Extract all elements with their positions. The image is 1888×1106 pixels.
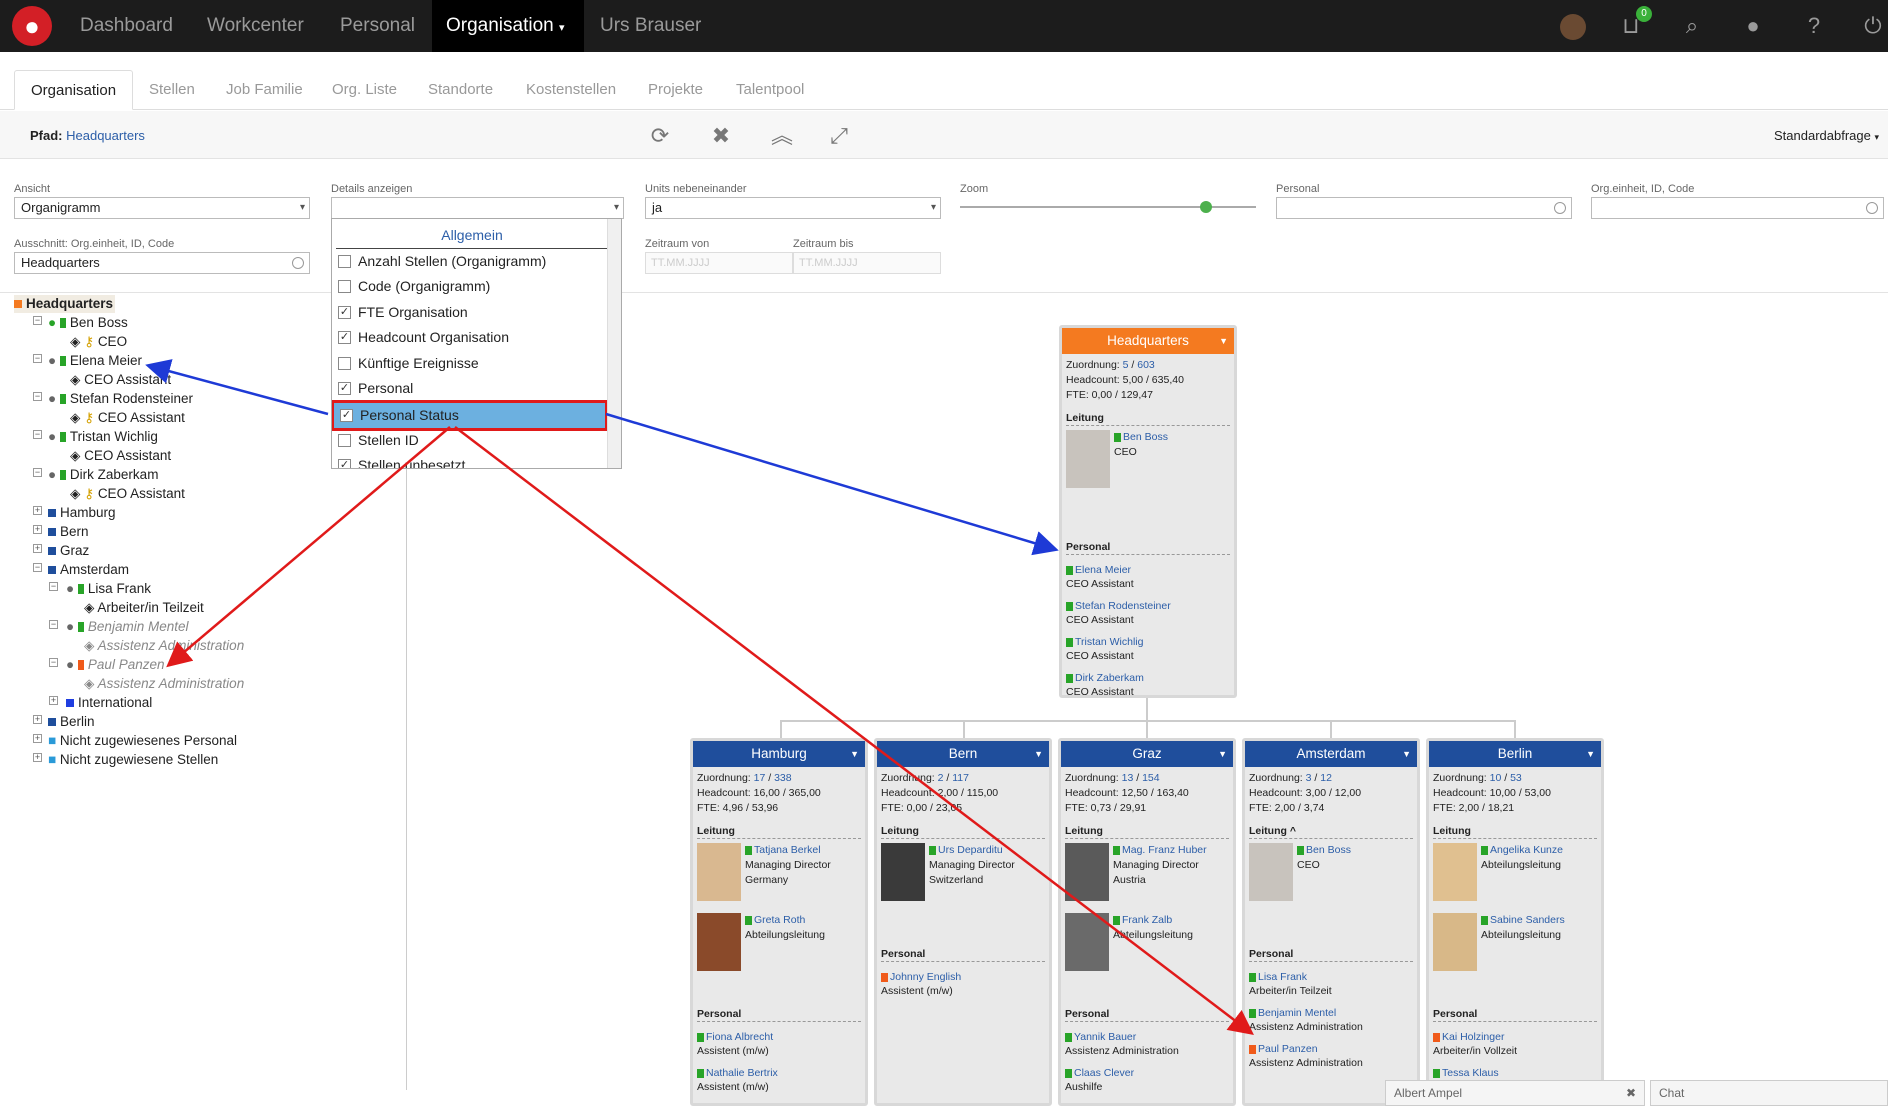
chat-bar[interactable]: Chat [1650, 1080, 1888, 1106]
arrow-blue-to-tree [145, 359, 329, 416]
chat-title: Albert Ampel [1394, 1086, 1463, 1100]
chat-title: Chat [1659, 1086, 1685, 1100]
close-icon[interactable]: ✖ [1626, 1081, 1636, 1105]
chat-window-albert[interactable]: Albert Ampel ✖ [1385, 1080, 1645, 1106]
arrow-blue-to-chart [605, 412, 1059, 556]
arrow-red-to-chart [454, 426, 1254, 1036]
arrow-red-to-tree [166, 426, 451, 668]
annotation-arrows [145, 359, 1254, 1036]
